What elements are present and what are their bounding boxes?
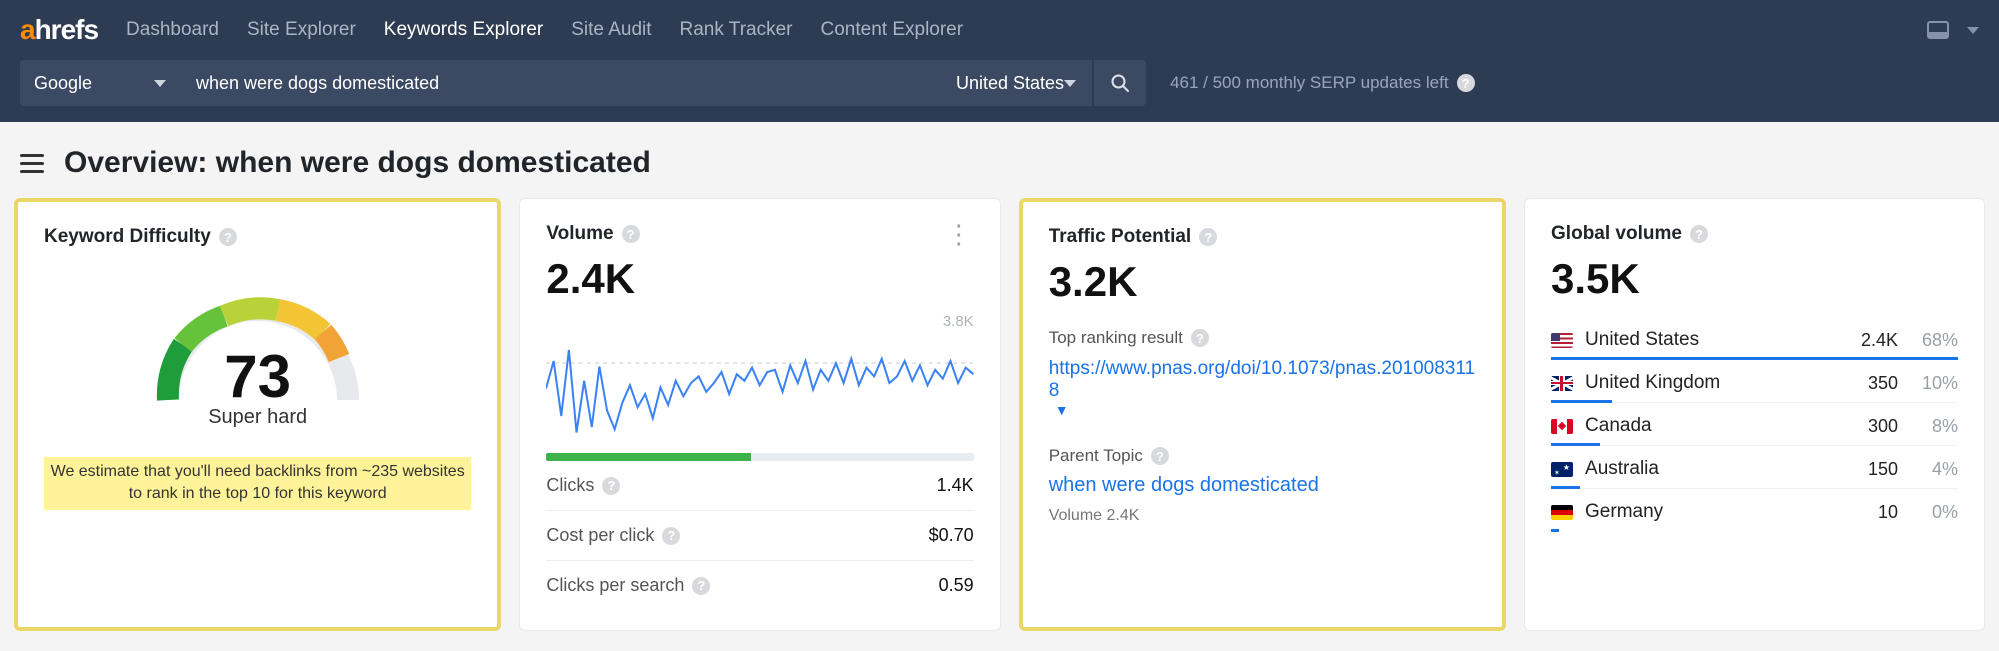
kd-title: Keyword Difficulty [44, 226, 211, 248]
gv-country-volume: 10 [1844, 502, 1898, 523]
gv-country-pct: 68% [1910, 330, 1958, 351]
gv-row[interactable]: Germany 10 0% [1551, 489, 1958, 531]
gv-row[interactable]: United States 2.4K 68% [1551, 317, 1958, 360]
country-select[interactable]: United States [940, 60, 1092, 106]
volume-max-label: 3.8K [943, 313, 974, 330]
volume-sparkline [546, 313, 973, 443]
help-icon[interactable]: ? [1191, 329, 1209, 347]
gv-country-name: United Kingdom [1585, 372, 1832, 394]
country-select-label: United States [956, 73, 1064, 94]
gv-country-pct: 4% [1910, 459, 1958, 480]
gv-title: Global volume [1551, 223, 1682, 245]
tp-top-result-link[interactable]: https://www.pnas.org/doi/10.1073/pnas.20… [1049, 358, 1476, 418]
serp-updates-status: 461 / 500 monthly SERP updates left ? [1170, 73, 1474, 93]
gv-country-pct: 0% [1910, 502, 1958, 523]
nav-item[interactable]: Content Explorer [821, 19, 964, 41]
nav-item[interactable]: Keywords Explorer [384, 19, 543, 41]
help-icon[interactable]: ? [692, 577, 710, 595]
page-title: Overview: when were dogs domesticated [64, 146, 651, 180]
flag-icon [1551, 419, 1573, 434]
gv-country-pct: 10% [1910, 373, 1958, 394]
kd-gauge: 73 [138, 270, 378, 410]
search-icon [1110, 73, 1130, 93]
row-cpc: Cost per click? $0.70 [546, 511, 973, 561]
gv-country-name: Australia [1585, 458, 1832, 480]
gv-country-name: Germany [1585, 501, 1832, 523]
gv-country-name: United States [1585, 329, 1832, 351]
clicks-value: 1.4K [937, 475, 974, 496]
tp-parent-label-row: Parent Topic ? [1049, 446, 1476, 466]
card-global-volume: Global volume ? 3.5K United States 2.4K 68… [1524, 198, 1985, 631]
card-volume: Volume ? ⋮ 2.4K 3.8K Clicks? 1.4K Cost p… [519, 198, 1000, 631]
flag-icon [1551, 376, 1573, 391]
nav-item[interactable]: Site Explorer [247, 19, 356, 41]
help-icon[interactable]: ? [1151, 447, 1169, 465]
gv-country-volume: 300 [1844, 416, 1898, 437]
gv-row[interactable]: Canada 300 8% [1551, 403, 1958, 446]
tp-title: Traffic Potential [1049, 226, 1192, 248]
kd-score: 73 [138, 342, 378, 411]
page-header: Overview: when were dogs domesticated [0, 122, 1999, 198]
tp-value: 3.2K [1049, 258, 1476, 306]
metrics-row: Keyword Difficulty ? 73 Super hard We es… [0, 198, 1999, 651]
gv-value: 3.5K [1551, 255, 1958, 303]
clicks-label: Clicks [546, 475, 594, 496]
card-traffic-potential: Traffic Potential ? 3.2K Top ranking res… [1019, 198, 1506, 631]
help-icon[interactable]: ? [662, 527, 680, 545]
account-menu-caret[interactable] [1967, 27, 1979, 34]
tp-parent-volume: Volume 2.4K [1049, 507, 1476, 525]
chevron-down-icon [154, 80, 166, 87]
engine-select-label: Google [34, 73, 92, 94]
gv-bar [1551, 529, 1559, 532]
tp-top-result-label: Top ranking result ? [1049, 328, 1476, 348]
nav-item[interactable]: Rank Tracker [680, 19, 793, 41]
search-button[interactable] [1094, 60, 1146, 106]
keyword-input[interactable] [180, 60, 940, 106]
help-icon[interactable]: ? [622, 225, 640, 243]
flag-icon [1551, 462, 1573, 477]
cps-label: Clicks per search [546, 575, 684, 596]
cpc-value: $0.70 [929, 525, 974, 546]
gv-country-name: Canada [1585, 415, 1832, 437]
nav-items: Dashboard Site Explorer Keywords Explorer S… [126, 19, 963, 41]
volume-clicks-bar [546, 453, 973, 461]
more-menu-icon[interactable]: ⋮ [946, 230, 974, 238]
gv-country-pct: 8% [1910, 416, 1958, 437]
help-icon[interactable]: ? [602, 477, 620, 495]
cpc-label: Cost per click [546, 525, 654, 546]
card-keyword-difficulty: Keyword Difficulty ? 73 Super hard We es… [14, 198, 501, 631]
tp-parent-topic-link[interactable]: when were dogs domesticated [1049, 474, 1476, 497]
gv-country-volume: 150 [1844, 459, 1898, 480]
gv-row[interactable]: United Kingdom 350 10% [1551, 360, 1958, 403]
flag-icon [1551, 333, 1573, 348]
flag-icon [1551, 505, 1573, 520]
nav-item[interactable]: Site Audit [571, 19, 651, 41]
engine-select[interactable]: Google [20, 60, 180, 106]
row-clicks: Clicks? 1.4K [546, 461, 973, 511]
volume-title: Volume [546, 223, 613, 245]
gv-country-volume: 350 [1844, 373, 1898, 394]
nav-item[interactable]: Dashboard [126, 19, 219, 41]
volume-value: 2.4K [546, 255, 973, 303]
screen-icon[interactable] [1927, 21, 1949, 39]
logo[interactable]: ahrefs [20, 14, 98, 46]
search-bar: Google United States 461 / 500 monthly S… [0, 60, 1999, 122]
chevron-down-icon [1064, 80, 1076, 87]
help-icon[interactable]: ? [1690, 225, 1708, 243]
gv-country-volume: 2.4K [1844, 330, 1898, 351]
kd-note: We estimate that you'll need backlinks f… [44, 457, 471, 510]
cps-value: 0.59 [939, 575, 974, 596]
menu-icon[interactable] [20, 154, 44, 173]
help-icon[interactable]: ? [219, 228, 237, 246]
chevron-down-icon: ▼ [1055, 402, 1069, 418]
gv-row[interactable]: Australia 150 4% [1551, 446, 1958, 489]
row-cps: Clicks per search? 0.59 [546, 561, 973, 610]
serp-updates-text: 461 / 500 monthly SERP updates left [1170, 73, 1448, 93]
help-icon[interactable]: ? [1457, 74, 1475, 92]
top-nav: ahrefs Dashboard Site Explorer Keywords Ex… [0, 0, 1999, 60]
help-icon[interactable]: ? [1199, 228, 1217, 246]
gv-country-list: United States 2.4K 68% United Kingdom 350 10%… [1551, 317, 1958, 531]
